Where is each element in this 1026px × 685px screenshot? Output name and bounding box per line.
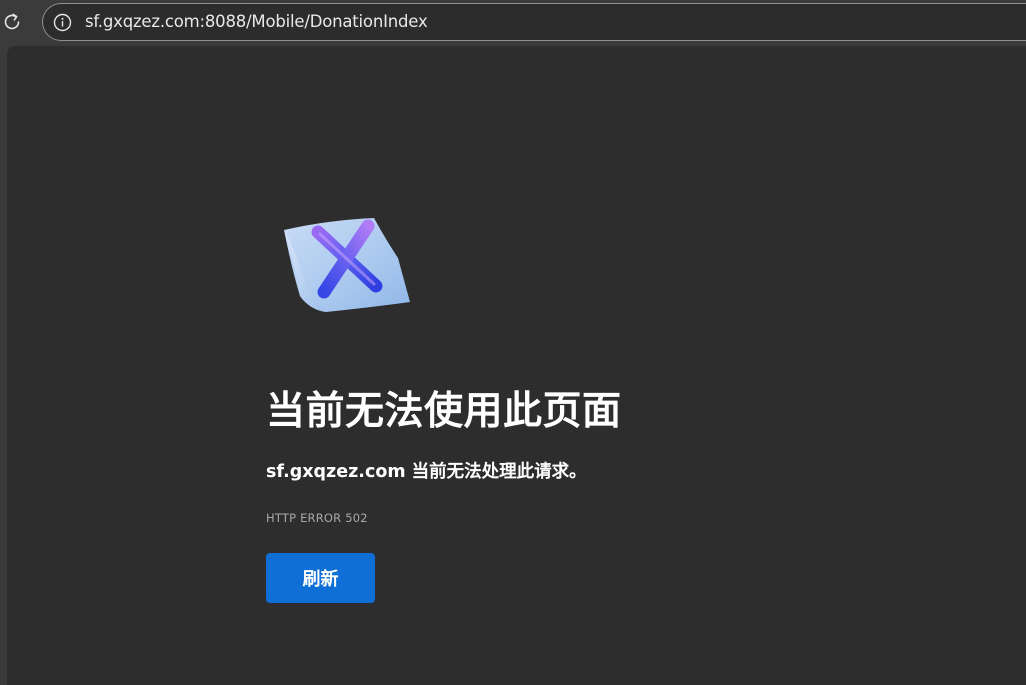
browser-toolbar: sf.gxqzez.com:8088/Mobile/DonationIndex bbox=[0, 0, 1026, 46]
page-title: 当前无法使用此页面 bbox=[266, 389, 622, 434]
site-info-button[interactable] bbox=[53, 13, 72, 32]
refresh-button[interactable]: 刷新 bbox=[266, 553, 375, 603]
error-code: HTTP ERROR 502 bbox=[266, 511, 368, 525]
address-bar[interactable]: sf.gxqzez.com:8088/Mobile/DonationIndex bbox=[42, 3, 1026, 41]
reload-button[interactable] bbox=[0, 9, 24, 35]
info-icon bbox=[53, 13, 72, 32]
reload-icon bbox=[4, 13, 20, 30]
error-description: sf.gxqzez.com 当前无法处理此请求。 bbox=[266, 462, 587, 482]
url-text[interactable]: sf.gxqzez.com:8088/Mobile/DonationIndex bbox=[85, 4, 428, 40]
error-page-icon bbox=[284, 218, 410, 312]
page-content bbox=[7, 46, 1026, 685]
